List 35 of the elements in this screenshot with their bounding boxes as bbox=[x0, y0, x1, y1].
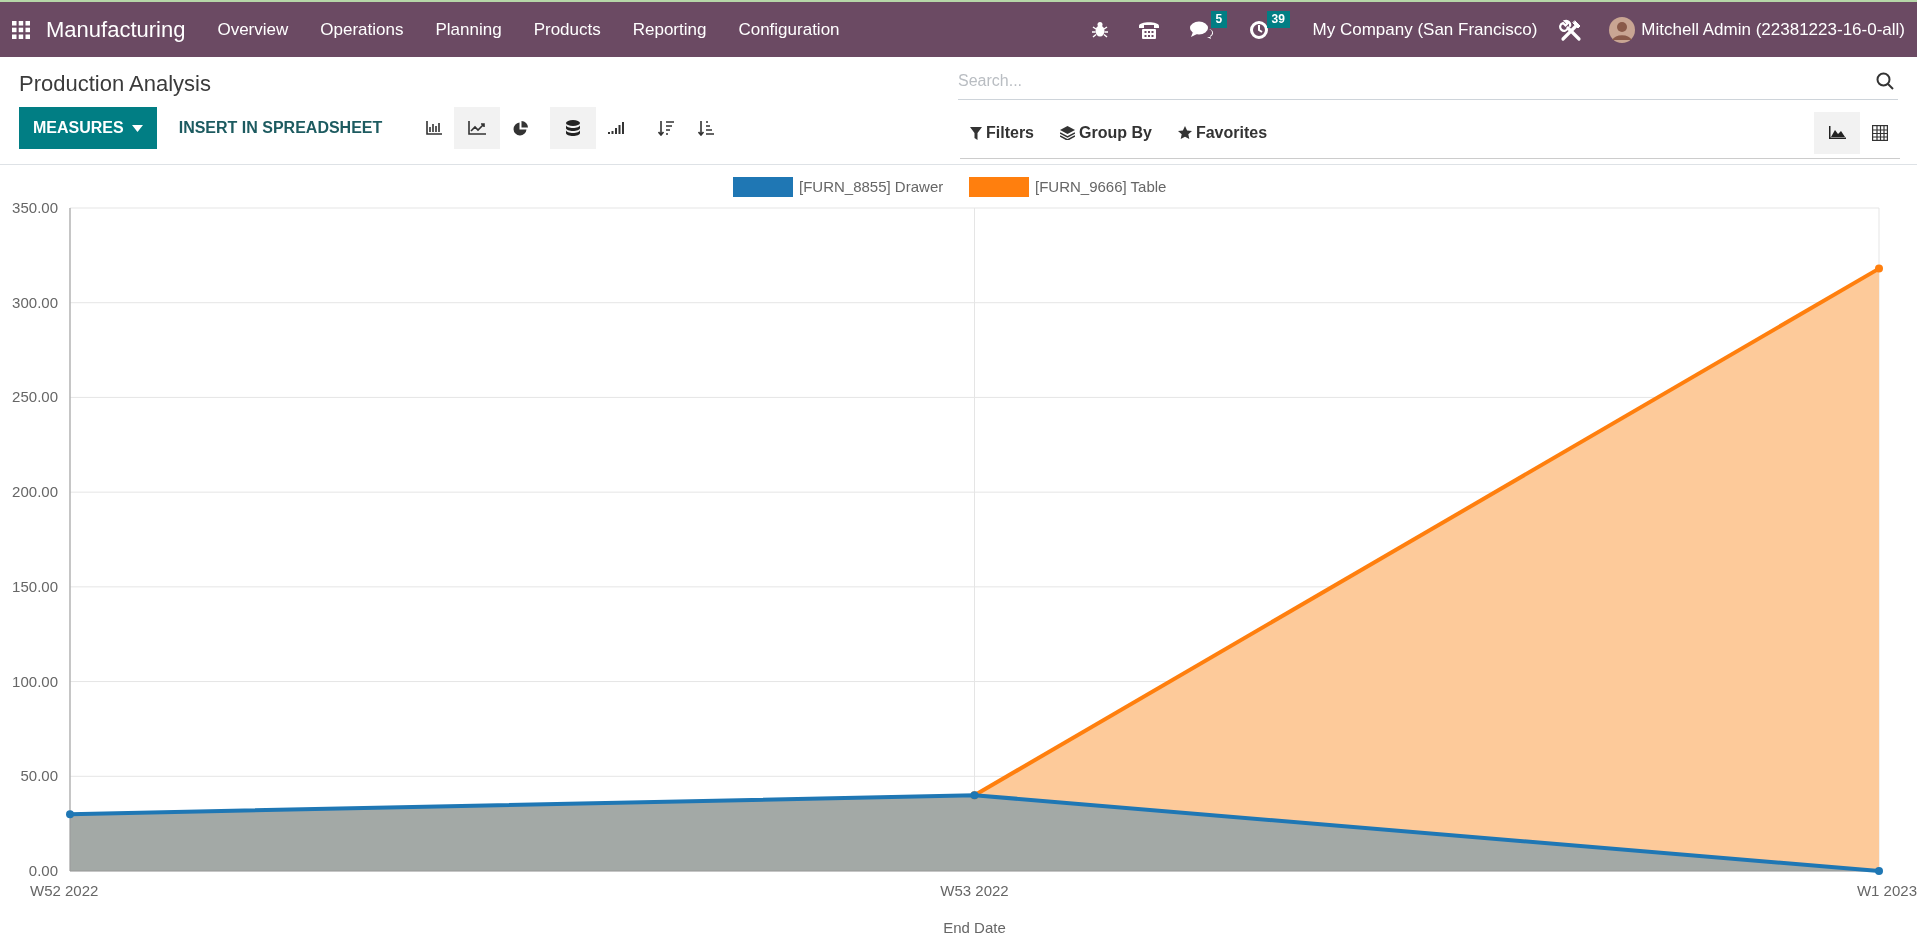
app-name[interactable]: Manufacturing bbox=[46, 13, 186, 46]
menu-item[interactable]: Operations bbox=[320, 16, 404, 43]
menu-item[interactable]: Reporting bbox=[632, 16, 707, 43]
menu-item[interactable]: Configuration bbox=[738, 16, 840, 43]
page-title: Production Analysis bbox=[19, 70, 212, 98]
groupby-dropdown[interactable]: Group By bbox=[1060, 121, 1152, 145]
y-tick-label: 0.00 bbox=[28, 862, 58, 879]
y-tick-label: 50.00 bbox=[20, 767, 58, 785]
y-tick-label: 350.00 bbox=[12, 199, 58, 216]
x-tick-label: W53 2022 bbox=[940, 882, 1009, 899]
x-tick-label: W1 2023 bbox=[1856, 882, 1917, 899]
y-tick-label: 150.00 bbox=[12, 577, 58, 595]
company-switcher[interactable]: My Company (San Francisco) bbox=[1312, 16, 1538, 43]
legend-label[interactable]: [FURN_8855] Drawer bbox=[799, 178, 944, 195]
y-tick-label: 250.00 bbox=[12, 388, 58, 406]
message-count-badge: 5 bbox=[1210, 10, 1228, 28]
activity-count-badge: 39 bbox=[1266, 10, 1290, 28]
insert-in-spreadsheet-button[interactable]: INSERT IN SPREADSHEET bbox=[156, 107, 405, 149]
menu-item[interactable]: Planning bbox=[435, 16, 502, 43]
y-tick-label: 200.00 bbox=[12, 483, 58, 501]
y-tick-label: 100.00 bbox=[12, 672, 58, 690]
point bbox=[1875, 867, 1883, 875]
x-axis-title: End Date bbox=[943, 919, 1006, 936]
y-tick-label: 300.00 bbox=[12, 293, 58, 311]
filters-dropdown[interactable]: Filters bbox=[970, 121, 1034, 145]
legend-label[interactable]: [FURN_9666] Table bbox=[1035, 178, 1167, 195]
user-menu[interactable]: Mitchell Admin (22381223-16-0-all) bbox=[1641, 16, 1905, 43]
point bbox=[1875, 264, 1883, 273]
measures-button[interactable]: MEASURES bbox=[19, 107, 157, 149]
menu-item[interactable]: Products bbox=[533, 16, 601, 43]
search-field[interactable]: Search... bbox=[958, 62, 1898, 100]
menu-item[interactable]: Overview bbox=[217, 16, 289, 43]
x-tick-label: W52 2022 bbox=[30, 882, 99, 899]
point bbox=[66, 810, 74, 819]
favorites-dropdown[interactable]: Favorites bbox=[1177, 121, 1268, 145]
